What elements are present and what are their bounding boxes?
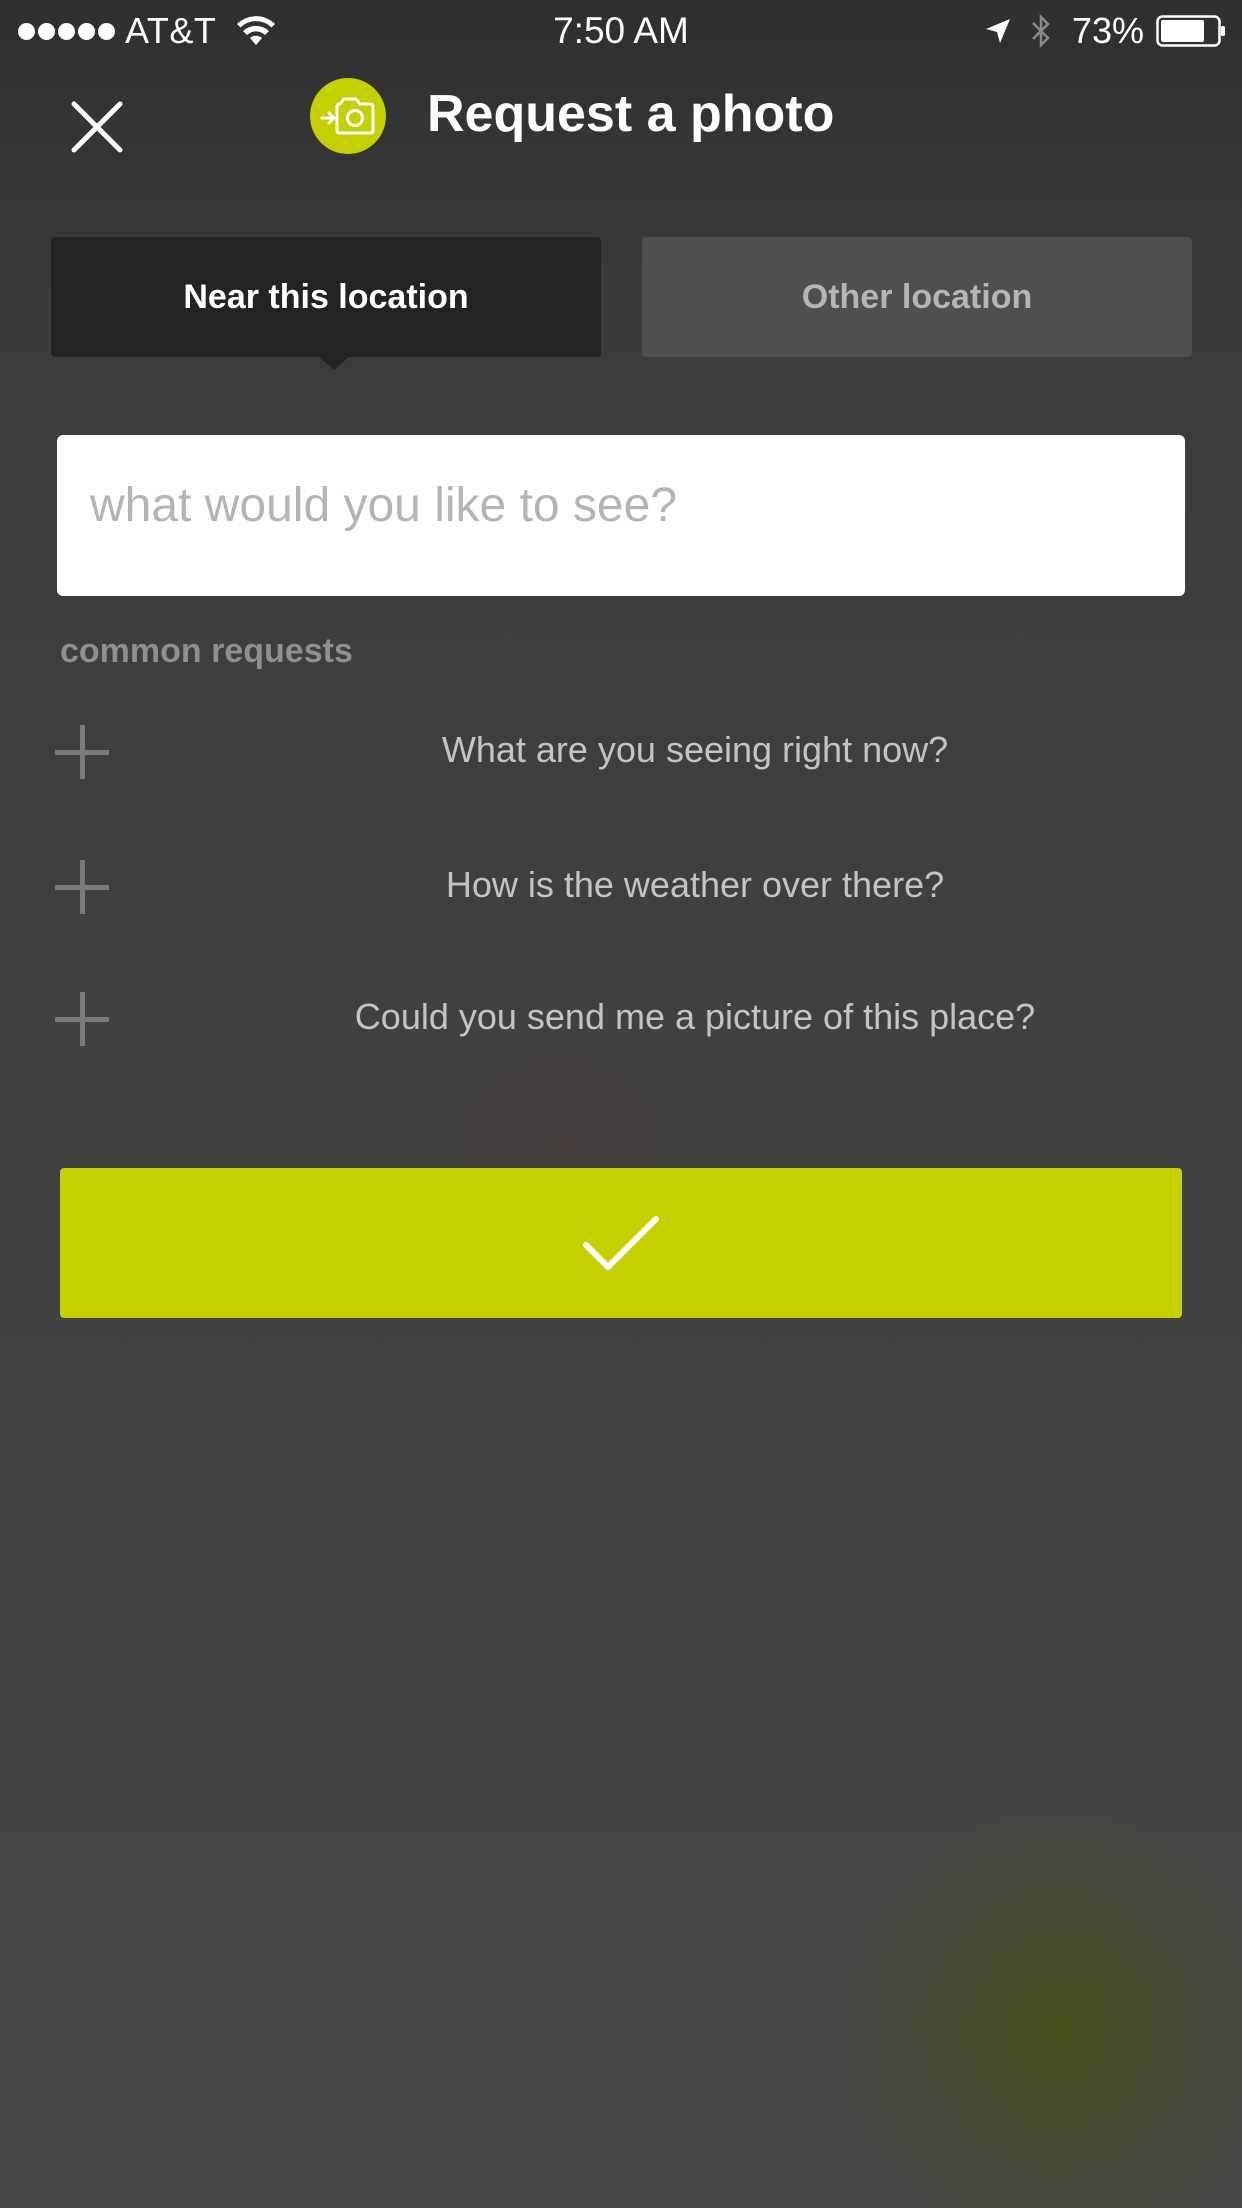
- page-title: Request a photo: [427, 85, 835, 143]
- battery-percentage: 73%: [1071, 10, 1144, 51]
- plus-icon[interactable]: [55, 860, 109, 914]
- tab-near-this-location[interactable]: Near this location: [51, 237, 601, 357]
- plus-icon[interactable]: [55, 725, 109, 779]
- common-request-item[interactable]: Could you send me a picture of this plac…: [55, 982, 1185, 1062]
- checkmark-icon: [583, 1216, 659, 1270]
- common-request-text: Could you send me a picture of this plac…: [354, 996, 1036, 1037]
- bluetooth-icon: [1032, 13, 1050, 49]
- common-request-text: What are you seeing right now?: [441, 729, 949, 770]
- common-request-item[interactable]: What are you seeing right now?: [55, 715, 1185, 795]
- common-request-item[interactable]: How is the weather over there?: [55, 850, 1185, 930]
- location-arrow-icon: [985, 19, 1010, 43]
- camera-arrow-icon: [320, 97, 375, 135]
- tab-other-location[interactable]: Other location: [642, 237, 1192, 357]
- request-input[interactable]: [57, 435, 1185, 596]
- battery-icon: [1156, 15, 1225, 47]
- close-button[interactable]: [64, 94, 130, 160]
- common-requests-label: common requests: [60, 632, 353, 670]
- camera-request-icon: [310, 78, 386, 154]
- plus-icon[interactable]: [55, 992, 109, 1046]
- status-right: 73%: [984, 10, 1226, 52]
- common-request-text: How is the weather over there?: [445, 864, 945, 905]
- active-tab-pointer: [318, 356, 350, 370]
- close-icon: [71, 101, 123, 153]
- status-bar: AT&T 7:50 AM 73%: [0, 0, 1242, 60]
- confirm-button[interactable]: [60, 1168, 1182, 1318]
